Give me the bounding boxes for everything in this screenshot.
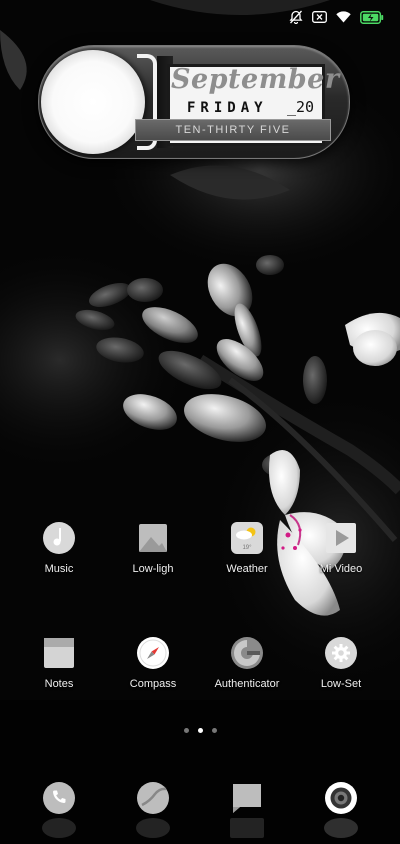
status-bar <box>289 8 384 26</box>
play-icon <box>324 521 358 555</box>
gear-icon <box>324 636 358 670</box>
dock-messages[interactable] <box>230 781 264 815</box>
widget-month: September <box>171 64 340 95</box>
app-notes[interactable]: Notes <box>16 636 102 690</box>
widget-time-text: TEN-THIRTY FIVE <box>135 119 331 141</box>
app-label: Low-ligh <box>132 563 174 575</box>
app-label: Notes <box>44 678 74 690</box>
page-dot[interactable] <box>211 728 217 733</box>
weather-icon: 19° <box>230 521 264 555</box>
app-music[interactable]: Music <box>16 521 102 575</box>
app-low-set[interactable]: Low-Set <box>298 636 384 690</box>
dock-camera[interactable] <box>324 781 358 815</box>
compass-icon <box>136 636 170 670</box>
app-weather[interactable]: 19° Weather <box>204 521 290 575</box>
app-mi-video[interactable]: Mi Video <box>298 521 384 575</box>
image-icon <box>136 521 170 555</box>
page-indicator <box>0 728 400 733</box>
messages-icon <box>233 784 261 813</box>
app-label: Music <box>44 563 74 575</box>
app-low-light[interactable]: Low-ligh <box>110 521 196 575</box>
app-label: Mi Video <box>319 563 363 575</box>
page-dot-active[interactable] <box>197 728 203 733</box>
app-label: Weather <box>226 563 268 575</box>
phone-icon <box>43 782 75 814</box>
notes-icon <box>42 636 76 670</box>
app-label: Low-Set <box>320 678 362 690</box>
dock-phone[interactable] <box>42 781 76 815</box>
camera-icon <box>325 782 357 814</box>
music-icon <box>42 521 76 555</box>
app-label: Authenticator <box>214 678 280 690</box>
dock-browser[interactable] <box>136 781 170 815</box>
svg-text:19°: 19° <box>242 545 252 551</box>
authenticator-icon <box>230 636 264 670</box>
sim-card-icon <box>312 11 327 23</box>
page-dot[interactable] <box>183 728 189 733</box>
app-authenticator[interactable]: Authenticator <box>204 636 290 690</box>
battery-charging-icon <box>360 10 384 24</box>
notifications-off-icon <box>289 10 303 24</box>
wifi-icon <box>336 11 351 23</box>
app-compass[interactable]: Compass <box>110 636 196 690</box>
widget-circle-decoration <box>41 50 145 154</box>
widget-date: _20 <box>287 98 315 116</box>
date-time-widget[interactable]: September FRIDAY _20 TEN-THIRTY FIVE <box>38 45 350 159</box>
widget-day: FRIDAY <box>187 100 268 116</box>
browser-icon <box>137 782 169 814</box>
app-label: Compass <box>129 678 177 690</box>
